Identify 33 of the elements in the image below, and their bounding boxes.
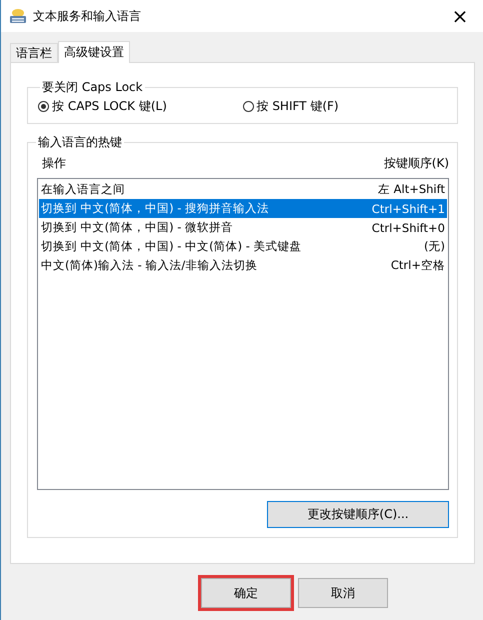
- keyboard-icon: [9, 8, 27, 24]
- list-row[interactable]: 中文(简体)输入法 - 输入法/非输入法切换 Ctrl+空格: [39, 256, 447, 275]
- radio-button[interactable]: [38, 101, 49, 112]
- change-key-sequence-button[interactable]: 更改按键顺序(C)...: [267, 501, 449, 528]
- action-cell: 切换到 中文(简体，中国) - 中文(简体) - 美式键盘: [41, 239, 302, 254]
- radio-label: 按 CAPS LOCK 键(L): [52, 98, 167, 115]
- list-row[interactable]: 切换到 中文(简体，中国) - 中文(简体) - 美式键盘 (无): [39, 237, 447, 256]
- group-title: 要关闭 Caps Lock: [41, 79, 144, 96]
- list-row[interactable]: 切换到 中文(简体，中国) - 搜狗拼音输入法 Ctrl+Shift+1: [39, 199, 447, 218]
- dialog-button[interactable]: 确定: [201, 578, 291, 608]
- action-cell: 切换到 中文(简体，中国) - 搜狗拼音输入法: [41, 201, 270, 216]
- list-row[interactable]: 切换到 中文(简体，中国) - 微软拼音 Ctrl+Shift+0: [39, 218, 447, 237]
- action-cell: 在输入语言之间: [41, 182, 125, 197]
- action-cell: 切换到 中文(简体，中国) - 微软拼音: [41, 220, 234, 235]
- close-button[interactable]: ×: [445, 1, 475, 31]
- keys-cell: 左 Alt+Shift: [378, 182, 445, 197]
- tab[interactable]: 语言栏: [10, 43, 58, 62]
- keys-cell: Ctrl+Shift+1: [372, 202, 445, 216]
- radio-label: 按 SHIFT 键(F): [256, 98, 339, 115]
- column-header: 操作: [42, 155, 66, 172]
- keys-cell: Ctrl+空格: [390, 258, 445, 273]
- tab[interactable]: 高级键设置: [58, 41, 130, 63]
- radio-button[interactable]: [242, 101, 254, 112]
- action-cell: 中文(简体)输入法 - 输入法/非输入法切换: [41, 258, 258, 273]
- radio-option[interactable]: 按 CAPS LOCK 键(L): [38, 98, 242, 115]
- radio-option[interactable]: 按 SHIFT 键(F): [242, 98, 447, 115]
- keys-cell: (无): [424, 239, 445, 254]
- column-header: 按键顺序(K): [384, 155, 449, 172]
- group-title: 输入语言的热键: [37, 134, 123, 151]
- dialog-button[interactable]: 取消: [298, 578, 388, 608]
- list-row[interactable]: 在输入语言之间 左 Alt+Shift: [39, 180, 447, 199]
- keys-cell: Ctrl+Shift+0: [372, 220, 445, 234]
- window-title: 文本服务和输入语言: [33, 8, 142, 24]
